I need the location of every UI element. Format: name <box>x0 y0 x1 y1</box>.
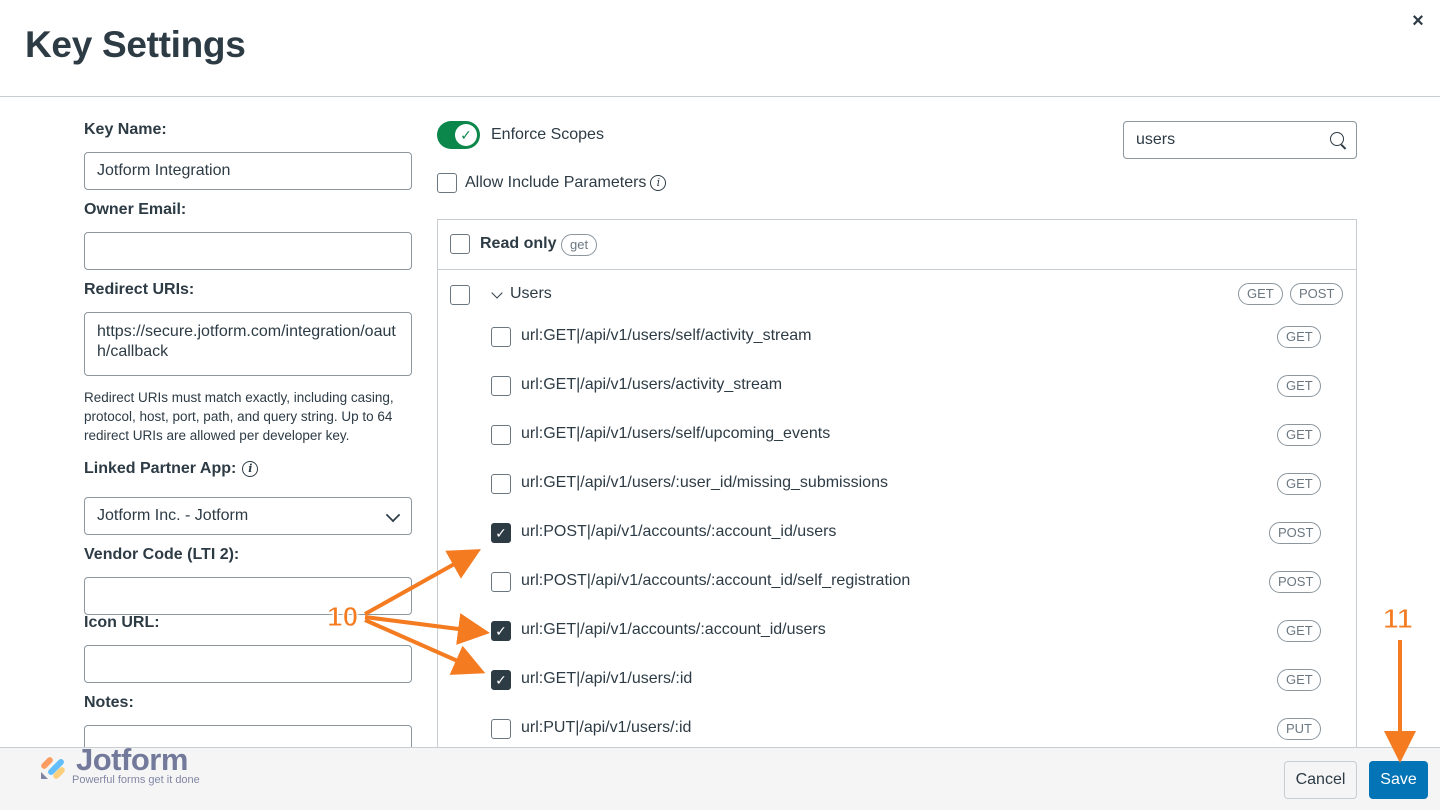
scope-label: url:PUT|/api/v1/users/:id <box>521 719 692 736</box>
allow-include-parameters-text: Allow Include Parameters <box>465 174 647 191</box>
scope-label: url:GET|/api/v1/users/self/upcoming_even… <box>521 425 831 442</box>
scope-label: url:GET|/api/v1/users/:id <box>521 670 693 687</box>
scope-search-value: users <box>1136 131 1176 148</box>
scope-method-pill: GET <box>1277 473 1321 495</box>
read-only-row: Read only get <box>438 220 1356 270</box>
chevron-down-icon <box>385 507 401 523</box>
scope-checkbox[interactable] <box>491 474 511 494</box>
check-icon: ✓ <box>495 672 507 688</box>
allow-include-parameters-label: Allow Include Parameters i <box>465 174 667 192</box>
linked-partner-app-label-text: Linked Partner App: <box>84 460 237 477</box>
scope-checkbox[interactable] <box>491 376 511 396</box>
users-group-label[interactable]: Users <box>510 285 552 303</box>
redirect-uris-hint: Redirect URIs must match exactly, includ… <box>84 390 394 443</box>
scope-method-pill: GET <box>1277 326 1321 348</box>
scope-method-pill: GET <box>1277 375 1321 397</box>
group-method-pill: POST <box>1290 283 1344 305</box>
scope-checkbox[interactable] <box>491 425 511 445</box>
scope-label: url:GET|/api/v1/accounts/:account_id/use… <box>521 621 826 638</box>
icon-url-label: Icon URL: <box>84 614 160 631</box>
info-icon[interactable]: i <box>650 174 667 191</box>
redirect-uris-label: Redirect URIs: <box>84 281 195 298</box>
vendor-code-input[interactable] <box>84 577 412 615</box>
read-only-checkbox[interactable] <box>450 234 470 254</box>
allow-include-parameters-checkbox[interactable] <box>437 173 457 193</box>
save-button[interactable]: Save <box>1369 761 1428 799</box>
icon-url-input[interactable] <box>84 645 412 683</box>
scope-method-pill: PUT <box>1277 718 1321 740</box>
scope-checkbox[interactable]: ✓ <box>491 621 511 641</box>
scope-checkbox[interactable] <box>491 719 511 739</box>
info-icon[interactable]: i <box>242 460 259 477</box>
read-only-pill: get <box>561 234 598 256</box>
cancel-button[interactable]: Cancel <box>1284 761 1357 799</box>
linked-partner-app-label: Linked Partner App: i <box>84 460 259 478</box>
owner-email-input[interactable] <box>84 232 412 270</box>
key-name-label: Key Name: <box>84 121 167 138</box>
scope-method-pill: POST <box>1269 571 1321 593</box>
notes-label: Notes: <box>84 694 134 711</box>
annotation-step-number: 11 <box>1383 603 1414 635</box>
scope-method-pill: GET <box>1277 424 1321 446</box>
enforce-scopes-toggle[interactable]: ✓ <box>437 121 480 149</box>
jotform-tagline: Powerful forms get it done <box>72 774 200 786</box>
owner-email-label: Owner Email: <box>84 201 187 218</box>
modal-header: Key Settings × <box>0 0 1440 97</box>
close-icon[interactable]: × <box>1407 10 1429 32</box>
vendor-code-label: Vendor Code (LTI 2): <box>84 546 240 563</box>
read-only-label: Read only <box>480 235 557 252</box>
scope-label: url:GET|/api/v1/users/activity_stream <box>521 376 783 393</box>
search-icon[interactable] <box>1330 132 1344 146</box>
jotform-logo-text: Jotform <box>76 742 188 777</box>
users-group-checkbox[interactable] <box>450 285 470 305</box>
page-title: Key Settings <box>25 24 246 65</box>
scope-label: url:GET|/api/v1/users/self/activity_stre… <box>521 327 812 344</box>
jotform-logo-icon <box>41 757 65 779</box>
scope-method-pill: GET <box>1277 669 1321 691</box>
modal-footer: Jotform Powerful forms get it done Cance… <box>0 742 1440 810</box>
scope-checkbox[interactable] <box>491 327 511 347</box>
scope-checkbox[interactable]: ✓ <box>491 523 511 543</box>
scope-search-input[interactable]: users <box>1123 121 1357 159</box>
linked-partner-app-select[interactable]: Jotform Inc. - Jotform <box>84 497 412 535</box>
scope-checkbox[interactable]: ✓ <box>491 670 511 690</box>
scope-label: url:GET|/api/v1/users/:user_id/missing_s… <box>521 474 888 491</box>
scope-method-pill: POST <box>1269 522 1321 544</box>
check-icon: ✓ <box>495 623 507 639</box>
redirect-uris-textarea[interactable]: https://secure.jotform.com/integration/o… <box>84 312 412 376</box>
enforce-scopes-label: Enforce Scopes <box>491 126 604 143</box>
scope-label: url:POST|/api/v1/accounts/:account_id/us… <box>521 523 837 540</box>
key-name-input[interactable]: Jotform Integration <box>84 152 412 190</box>
check-icon: ✓ <box>495 525 507 541</box>
check-icon: ✓ <box>455 124 477 146</box>
group-method-pill: GET <box>1238 283 1283 305</box>
scope-label: url:POST|/api/v1/accounts/:account_id/se… <box>521 572 911 589</box>
chevron-down-icon[interactable] <box>491 287 503 299</box>
jotform-logo: Jotform Powerful forms get it done <box>38 742 238 793</box>
linked-partner-app-value: Jotform Inc. - Jotform <box>97 507 249 524</box>
scopes-panel: Read only get Users GET POST url:GET|/ap… <box>437 219 1357 759</box>
annotation-step-number: 10 <box>326 601 359 633</box>
scope-checkbox[interactable] <box>491 572 511 592</box>
scope-method-pill: GET <box>1277 620 1321 642</box>
